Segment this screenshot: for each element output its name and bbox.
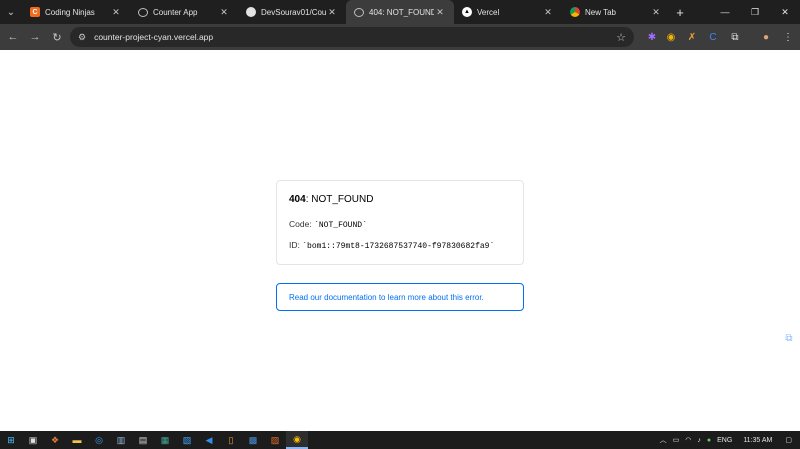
- chevron-up-icon[interactable]: ︿: [657, 435, 670, 445]
- address-bar[interactable]: ⚙ counter-project-cyan.vercel.app ☆: [70, 27, 634, 47]
- tab-404-not-found[interactable]: 404: NOT_FOUND ✕: [346, 0, 454, 24]
- tab-new-tab[interactable]: New Tab ✕: [562, 0, 670, 24]
- language-indicator[interactable]: ENG: [714, 437, 735, 444]
- new-tab-button[interactable]: +: [670, 5, 690, 20]
- system-tray: ︿ ▭ ◠ ♪ ● ENG 11:35 AM ▢: [657, 431, 800, 449]
- tab-coding-ninjas[interactable]: C Coding Ninjas ✕: [22, 0, 130, 24]
- tab-vercel[interactable]: ▲ Vercel ✕: [454, 0, 562, 24]
- documentation-link[interactable]: Read our documentation to learn more abo…: [276, 283, 524, 311]
- clock[interactable]: 11:35 AM: [735, 437, 782, 444]
- windows-taskbar: ⊞ ▣ ❖ ▬ ◎ ▥ ▤ ▦ ▧ ◀ ▯ ▩ ▨ ◉ ︿ ▭ ◠ ♪ ● EN…: [0, 431, 800, 449]
- error-id-label: ID:: [289, 240, 300, 250]
- globe-icon: [354, 7, 364, 17]
- vscode-icon[interactable]: ◀: [198, 431, 220, 449]
- tab-title: Vercel: [477, 7, 500, 17]
- app-icon[interactable]: ▩: [242, 431, 264, 449]
- error-status-code: 404: [289, 194, 306, 205]
- app-icon[interactable]: ▦: [154, 431, 176, 449]
- close-window-icon[interactable]: ✕: [770, 0, 800, 24]
- tab-title: DevSourav01/Counte: [261, 7, 326, 17]
- close-icon[interactable]: ✕: [650, 7, 662, 18]
- browser-toolbar: ← → ↻ ⚙ counter-project-cyan.vercel.app …: [0, 24, 800, 50]
- volume-icon[interactable]: ♪: [694, 437, 704, 444]
- chrome-icon: [570, 7, 580, 17]
- error-code-label: Code:: [289, 219, 312, 229]
- security-icon[interactable]: ●: [704, 437, 714, 444]
- restore-icon[interactable]: ❐: [740, 0, 770, 24]
- app-icon[interactable]: ▧: [176, 431, 198, 449]
- app-icon[interactable]: ▨: [264, 431, 286, 449]
- tab-title: New Tab: [585, 7, 616, 17]
- error-id-value: `bom1::79mt8-1732687537740-f97830682fa9`: [302, 242, 495, 251]
- notification-icon[interactable]: ▢: [782, 436, 800, 444]
- error-heading: 404: NOT_FOUND: [289, 194, 511, 205]
- error-card: 404: NOT_FOUND Code: `NOT_FOUND` ID: `bo…: [276, 180, 524, 265]
- widgets-icon[interactable]: ❖: [44, 431, 66, 449]
- extension-icon[interactable]: C: [703, 24, 723, 50]
- tab-title: 404: NOT_FOUND: [369, 7, 434, 17]
- error-status-text: : NOT_FOUND: [305, 194, 374, 205]
- extension-icon[interactable]: ◉: [661, 24, 681, 50]
- error-id-row: ID: `bom1::79mt8-1732687537740-f97830682…: [289, 240, 511, 251]
- back-arrow-icon[interactable]: ←: [2, 24, 24, 50]
- close-icon[interactable]: ✕: [434, 7, 446, 18]
- app-icon[interactable]: ▥: [110, 431, 132, 449]
- tab-title: Counter App: [153, 7, 198, 17]
- minimize-icon[interactable]: —: [710, 0, 740, 24]
- coding-ninjas-icon: C: [30, 7, 40, 17]
- extension-icon[interactable]: ✗: [682, 24, 702, 50]
- tab-github[interactable]: DevSourav01/Counte ✕: [238, 0, 346, 24]
- close-icon[interactable]: ✕: [326, 7, 338, 18]
- battery-icon[interactable]: ▭: [670, 436, 683, 444]
- tab-search-chevron-icon[interactable]: ⌄: [0, 0, 22, 24]
- file-explorer-icon[interactable]: ▬: [66, 431, 88, 449]
- page-content: 404: NOT_FOUND Code: `NOT_FOUND` ID: `bo…: [0, 50, 800, 431]
- profile-avatar[interactable]: ●: [756, 24, 776, 50]
- vercel-icon: ▲: [462, 7, 472, 17]
- close-icon[interactable]: ✕: [218, 7, 230, 18]
- menu-kebab-icon[interactable]: ⋮: [778, 24, 798, 50]
- tab-title: Coding Ninjas: [45, 7, 95, 17]
- tab-strip: ⌄ C Coding Ninjas ✕ Counter App ✕ DevSou…: [0, 0, 800, 24]
- error-code-row: Code: `NOT_FOUND`: [289, 219, 511, 230]
- chrome-taskbar-icon[interactable]: ◉: [286, 431, 308, 449]
- forward-arrow-icon[interactable]: →: [24, 24, 46, 50]
- windows-start-icon[interactable]: ⊞: [0, 431, 22, 449]
- github-icon: [246, 7, 256, 17]
- site-settings-icon[interactable]: ⚙: [78, 32, 86, 43]
- extension-icon[interactable]: ✱: [642, 24, 662, 50]
- tab-counter-app[interactable]: Counter App ✕: [130, 0, 238, 24]
- task-view-icon[interactable]: ▣: [22, 431, 44, 449]
- close-icon[interactable]: ✕: [542, 7, 554, 18]
- terminal-icon[interactable]: ▯: [220, 431, 242, 449]
- bookmark-star-icon[interactable]: ☆: [616, 31, 626, 44]
- globe-icon: [138, 7, 148, 17]
- extensions-puzzle-icon[interactable]: ⧉: [725, 24, 745, 50]
- store-icon[interactable]: ▤: [132, 431, 154, 449]
- window-controls: — ❐ ✕: [710, 0, 800, 24]
- wifi-icon[interactable]: ◠: [682, 436, 694, 444]
- side-panel-icon[interactable]: ⧉: [782, 333, 796, 347]
- url-text[interactable]: counter-project-cyan.vercel.app: [94, 32, 616, 42]
- reload-icon[interactable]: ↻: [46, 24, 68, 50]
- edge-icon[interactable]: ◎: [88, 431, 110, 449]
- close-icon[interactable]: ✕: [110, 7, 122, 18]
- error-code-value: `NOT_FOUND`: [314, 221, 367, 230]
